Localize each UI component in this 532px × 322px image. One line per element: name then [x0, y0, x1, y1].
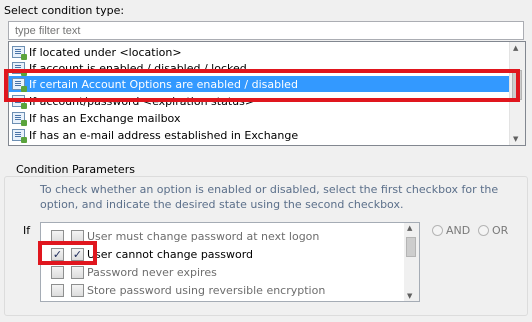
radio-circle[interactable] [478, 225, 489, 236]
scroll-up-icon[interactable]: ▲ [513, 44, 518, 52]
enable-checkbox[interactable] [51, 283, 64, 297]
condition-icon [12, 129, 27, 143]
scroll-thumb[interactable] [406, 237, 416, 257]
list-item[interactable]: If has an e-mail address established in … [9, 127, 509, 143]
and-radio[interactable]: AND [432, 224, 470, 237]
enable-checkbox[interactable] [51, 265, 64, 279]
if-label: If [23, 224, 31, 237]
scroll-down-icon[interactable]: ▼ [513, 135, 518, 143]
description-text: To check whether an option is enabled or… [40, 183, 499, 211]
scroll-down-icon[interactable]: ▼ [407, 292, 412, 300]
list-item[interactable]: If located under <location> [9, 44, 509, 60]
group-title: Condition Parameters [14, 163, 137, 176]
account-options-list[interactable]: User must change password at next logon … [40, 222, 420, 302]
state-checkbox[interactable] [71, 265, 84, 279]
options-scrollbar[interactable]: ▲ ▼ [404, 223, 419, 301]
radio-circle[interactable] [432, 225, 443, 236]
highlight-frame [38, 241, 97, 265]
highlight-frame [4, 69, 520, 102]
condition-type-label: Select condition type: [4, 4, 125, 17]
filter-input[interactable] [8, 21, 524, 40]
condition-icon [12, 112, 27, 126]
scroll-up-icon[interactable]: ▲ [407, 224, 412, 232]
or-radio[interactable]: OR [478, 224, 508, 237]
list-item[interactable]: If has an Exchange mailbox [9, 110, 509, 126]
state-checkbox[interactable] [71, 283, 84, 297]
condition-icon [12, 46, 27, 60]
